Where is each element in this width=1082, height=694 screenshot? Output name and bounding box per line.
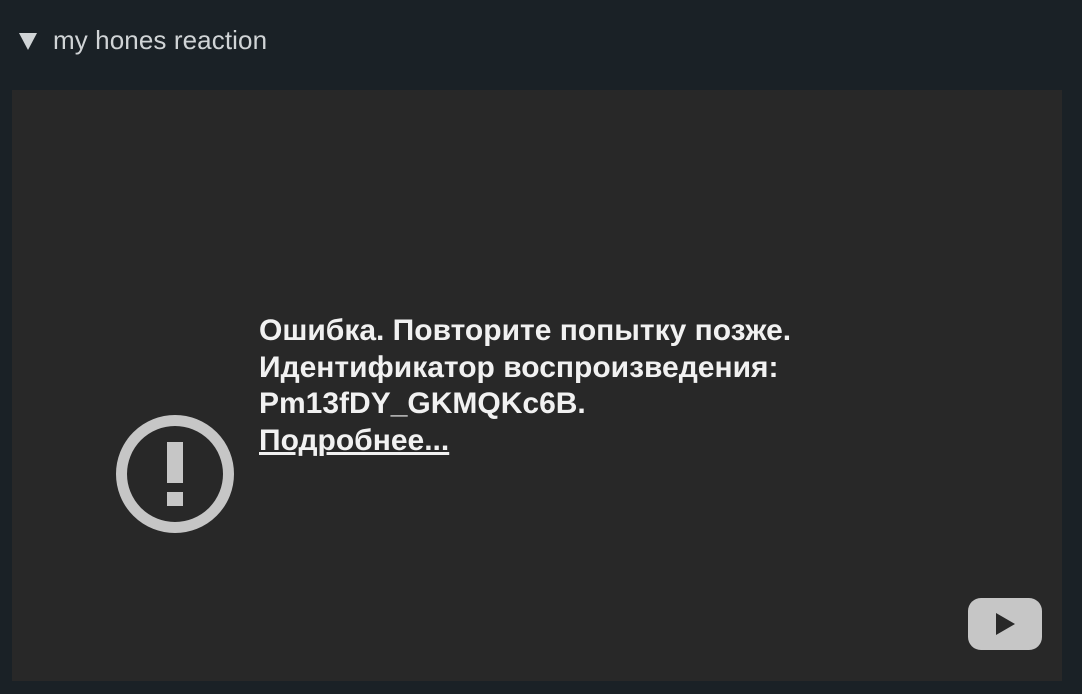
youtube-play-icon[interactable] xyxy=(967,597,1043,651)
collapsible-header[interactable]: my hones reaction xyxy=(0,0,1082,82)
learn-more-link[interactable]: Подробнее... xyxy=(259,424,449,457)
triangle-down-icon[interactable] xyxy=(16,29,40,53)
playback-id-label: Идентификатор воспроизведения: xyxy=(259,350,779,384)
error-message-block: Ошибка. Повторите попытку позже. Идентиф… xyxy=(259,313,791,459)
section-title: my hones reaction xyxy=(53,24,268,55)
error-message: Ошибка. Повторите попытку позже. xyxy=(259,314,792,347)
playback-id: Pm13fDY_GKMQKc6B. xyxy=(259,387,586,420)
error-exclamation-icon xyxy=(116,415,234,533)
